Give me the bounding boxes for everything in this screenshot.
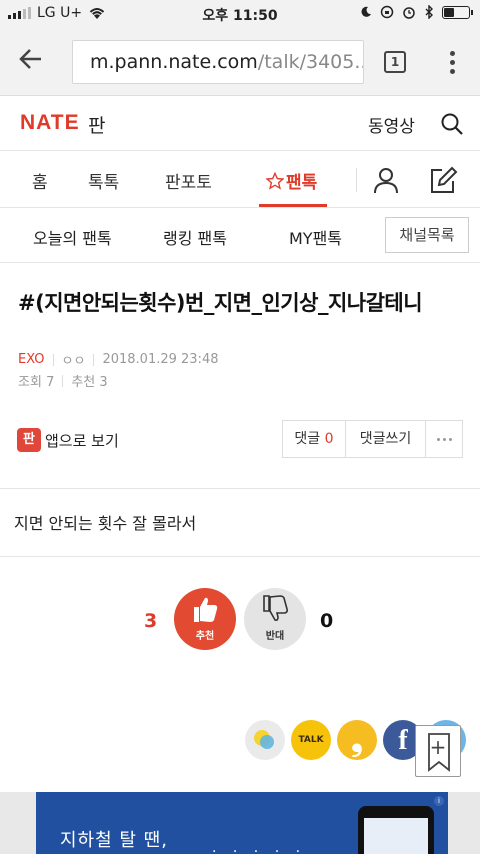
post-body: 지면 안되는 횟수 잘 몰라서	[14, 514, 197, 533]
video-link[interactable]: 동영상	[368, 112, 415, 137]
status-right	[360, 5, 473, 19]
browser-toolbar: m.pann.nate.com/talk/3405... 1	[0, 28, 480, 96]
nav-toktok[interactable]: 톡톡	[88, 168, 119, 193]
moon-icon	[361, 6, 371, 17]
pann-logo[interactable]: 판	[88, 111, 105, 138]
nav-fantalk-label: 팬톡	[286, 173, 318, 193]
alarm-icon	[403, 7, 415, 19]
more-options-button[interactable]	[426, 421, 462, 457]
open-in-app-button[interactable]: 판 앱으로 보기	[17, 428, 119, 452]
post-meta: EXO ㅇㅇ 2018.01.29 23:48	[18, 350, 218, 369]
browser-menu-button[interactable]	[444, 46, 460, 78]
battery-icon	[442, 5, 473, 19]
tab-switcher-button[interactable]: 1	[384, 51, 406, 73]
write-comment-button[interactable]: 댓글쓰기	[346, 421, 426, 457]
thumbs-down-icon	[263, 595, 289, 621]
nav-home[interactable]: 홈	[32, 168, 48, 193]
subnav-today-fantalk[interactable]: 오늘의 팬톡	[33, 225, 112, 249]
comment-count: 0	[324, 431, 334, 447]
share-row: TALK ❟ f	[0, 718, 480, 766]
multi-share-icon	[254, 730, 274, 749]
kakao-talk-share-button[interactable]: TALK	[291, 720, 331, 760]
bluetooth-icon	[425, 5, 433, 19]
ad-text: 지하철 탈 땐,	[60, 830, 168, 851]
content-divider	[0, 488, 480, 489]
downvote-button[interactable]: 반대	[244, 588, 306, 650]
main-nav: 홈 톡톡 판포토 팬톡	[0, 152, 480, 208]
views-label: 조회	[18, 375, 42, 390]
bookmark-button[interactable]: +	[415, 725, 461, 777]
url-host: m.pann.nate.com	[90, 51, 258, 73]
views-count: 7	[46, 375, 55, 390]
comment-actions: 댓글 0 댓글쓰기	[282, 420, 463, 458]
downvote-label: 반대	[265, 631, 285, 642]
nav-fantalk[interactable]: 팬톡	[266, 168, 317, 193]
site-header: NATE 판 동영상	[0, 97, 480, 151]
arrow-left-icon	[19, 49, 41, 69]
status-bar: LG U+ 오후 11:50	[0, 0, 480, 28]
ad-phone-image	[358, 806, 434, 854]
bookmark-plus: +	[429, 735, 447, 759]
thumbs-up-icon	[194, 597, 218, 622]
comments-label: 댓글	[294, 431, 321, 447]
ad-info-icon[interactable]: i	[434, 796, 444, 806]
upvote-button[interactable]: 추천	[174, 588, 236, 650]
upvote-label: 추천	[195, 631, 215, 642]
search-icon[interactable]	[440, 112, 464, 136]
nate-logo[interactable]: NATE	[20, 111, 80, 135]
post-channel[interactable]: EXO	[18, 352, 45, 367]
post-title: #(지면안되는횟수)번_지면_인기상_지나갈테니	[18, 291, 423, 315]
vote-area: 3 추천 반대 0	[0, 588, 480, 652]
back-button[interactable]	[18, 46, 54, 78]
upvote-count: 3	[144, 610, 158, 632]
ad-dots: · · · · ·	[212, 844, 307, 854]
recommends-count: 3	[99, 375, 108, 390]
comments-button[interactable]: 댓글 0	[283, 421, 346, 457]
post-author: ㅇㅇ	[61, 354, 86, 369]
post-datetime: 2018.01.29 23:48	[102, 352, 219, 367]
channel-list-button[interactable]: 채널목록	[385, 217, 469, 253]
user-icon[interactable]	[372, 166, 400, 194]
url-path: /talk/3405...	[257, 51, 364, 73]
subnav-my-fantalk[interactable]: MY팬톡	[289, 225, 342, 249]
nav-panphoto[interactable]: 판포토	[165, 168, 212, 193]
views-stat: 조회 7	[18, 371, 54, 390]
recommends-label: 추천	[71, 375, 96, 390]
url-bar[interactable]: m.pann.nate.com/talk/3405...	[72, 40, 364, 84]
content-divider	[0, 556, 480, 557]
recommends-stat: 추천 3	[71, 371, 107, 390]
active-tab-indicator	[259, 204, 327, 207]
rotation-lock-icon	[380, 5, 394, 19]
post-stats: 조회 7 추천 3	[18, 371, 108, 390]
downvote-count: 0	[320, 610, 334, 632]
pann-app-icon: 판	[17, 428, 41, 452]
edit-icon[interactable]	[428, 165, 458, 195]
kakao-story-share-button[interactable]: ❟	[337, 720, 377, 760]
open-in-app-label: 앱으로 보기	[45, 431, 119, 450]
nav-divider	[356, 168, 357, 192]
star-icon	[266, 171, 284, 190]
subnav-ranking-fantalk[interactable]: 랭킹 팬톡	[163, 225, 227, 249]
ad-banner[interactable]: 지하철 탈 땐, · · · · · i	[36, 792, 448, 854]
sub-nav: 오늘의 팬톡 랭킹 팬톡 MY팬톡 채널목록	[0, 209, 480, 263]
share-multi-button[interactable]	[245, 720, 285, 760]
